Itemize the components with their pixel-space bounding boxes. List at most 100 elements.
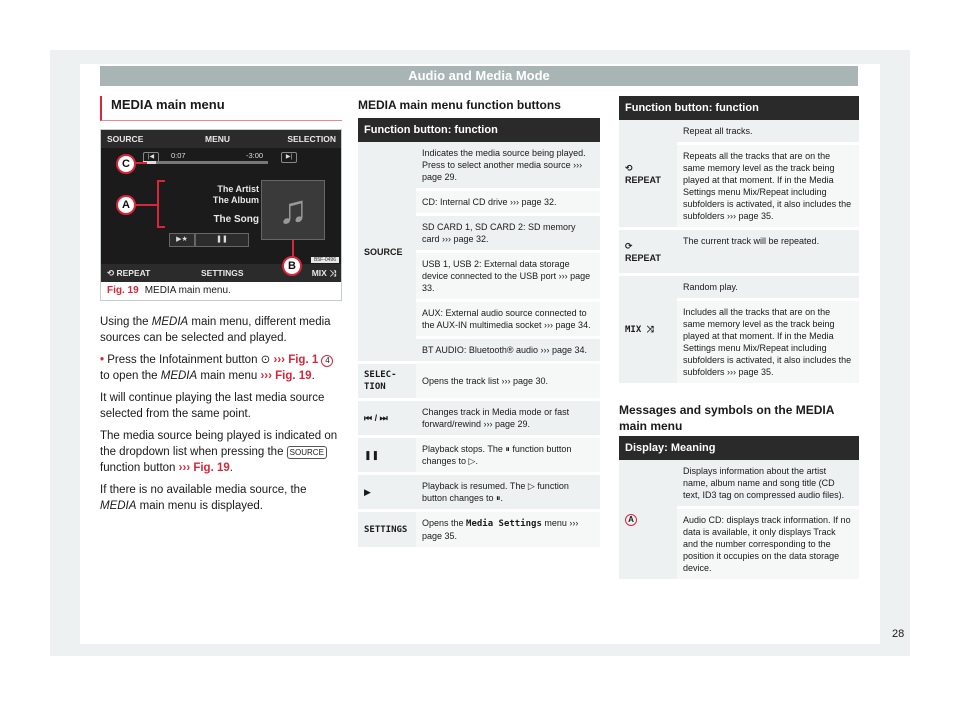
settings-button[interactable]: SETTINGS: [201, 268, 244, 278]
callout-a-icon: A: [625, 514, 637, 526]
progress-bar[interactable]: [143, 161, 268, 164]
callout-line-a: [135, 204, 157, 206]
source-aux: AUX: External audio source connected to …: [416, 300, 600, 339]
repeat-button[interactable]: ⟲ REPEAT: [107, 268, 150, 279]
table-row: ❚❚ Playback stops. The ⏸ function button …: [358, 436, 600, 475]
settings-key: SETTINGS: [358, 510, 416, 550]
table-row: ⟳ REPEAT The current track will be repeat…: [619, 228, 859, 276]
display-meaning-table: Display: Meaning A Displays information …: [619, 436, 859, 582]
section-title: MEDIA main menu: [100, 96, 342, 121]
table-row: ⟲ REPEAT Repeat all tracks.: [619, 120, 859, 230]
display-key: A: [619, 460, 677, 582]
middle-column: MEDIA main menu function buttons Functio…: [358, 96, 600, 550]
pause-desc: Playback stops. The ⏸ function button ch…: [416, 436, 600, 475]
paragraph-no-source: If there is no available media source, t…: [100, 484, 307, 512]
play-icon: ▶: [358, 473, 416, 512]
favorite-play-icon[interactable]: ▶★: [169, 233, 195, 247]
mix-key: MIX ⤨: [619, 274, 677, 386]
bracket-a-bottom: [157, 226, 165, 228]
fig19-link-2[interactable]: ››› Fig. 19: [179, 462, 230, 474]
caption-text: MEDIA main menu.: [144, 285, 231, 296]
paragraph-continue: It will continue playing the last media …: [100, 392, 325, 420]
mix-desc: Includes all the tracks that are on the …: [677, 299, 859, 386]
skip-desc: Changes track in Media mode or fast forw…: [416, 399, 600, 438]
bullet-instruction: • Press the Infotainment button ⊙ ››› Fi…: [100, 352, 342, 384]
bracket-a: [157, 180, 159, 228]
chapter-header: Audio and Media Mode: [100, 66, 858, 86]
callout-a: A: [116, 195, 136, 215]
repeat-all-desc: Repeats all the tracks that are on the s…: [677, 143, 859, 230]
paragraph-intro: Using the MEDIA main menu, different med…: [100, 316, 331, 344]
source-key: SOURCE: [358, 142, 416, 364]
table-header: Function button: function: [358, 118, 600, 142]
skip-track-icon: ⏮ / ⏭: [358, 399, 416, 438]
repeat-all-short: Repeat all tracks.: [677, 120, 859, 145]
function-buttons-table: Function button: function SOURCE Indicat…: [358, 118, 600, 550]
function-buttons-table-cont: Function button: function ⟲ REPEAT Repeat…: [619, 96, 859, 386]
table-row: SELEC-TION Opens the track list ››› page …: [358, 362, 600, 401]
body-text: Using the MEDIA main menu, different med…: [100, 314, 342, 514]
callout-line-c: [135, 162, 147, 164]
table-row: SOURCE Indicates the media source being …: [358, 142, 600, 364]
settings-desc: Opens the Media Settings menu ››› page 3…: [416, 510, 600, 550]
source-cd: CD: Internal CD drive ››› page 32.: [416, 189, 600, 216]
repeat-all-icon: ⟲: [625, 162, 633, 173]
remaining-time: -3:00: [246, 151, 264, 160]
source-tag: SOURCE: [286, 446, 327, 459]
play-circle-icon: ⊙: [260, 354, 271, 366]
shuffle-icon: ⤨: [646, 324, 654, 335]
callout-c: C: [116, 154, 136, 174]
callout-b: B: [282, 256, 302, 276]
source-desc: Indicates the media source being played.…: [416, 142, 600, 191]
repeat-one-desc: The current track will be repeated.: [677, 228, 859, 276]
table-row: A Displays information about the artist …: [619, 460, 859, 582]
section-title: Messages and symbols on the MEDIA main m…: [619, 403, 834, 433]
song-title: The Song: [213, 214, 259, 225]
source-sd: SD CARD 1, SD CARD 2: SD memory card ›››…: [416, 214, 600, 253]
source-button[interactable]: SOURCE: [107, 134, 143, 144]
table-row: ⏮ / ⏭ Changes track in Media mode or fast…: [358, 399, 600, 438]
table-row: ▶ Playback is resumed. The ▷ function but…: [358, 473, 600, 512]
source-bt: BT AUDIO: Bluetooth® audio ››› page 34.: [416, 337, 600, 364]
screen-bottom-bar: ⟲ REPEAT SETTINGS MIX ⤨: [101, 264, 341, 282]
repeat-one-key: ⟳ REPEAT: [619, 228, 677, 276]
table-row: MIX ⤨ Random play.: [619, 274, 859, 386]
section-title: MEDIA main menu function buttons: [358, 98, 561, 112]
figure-caption: Fig. 19 MEDIA main menu.: [101, 282, 341, 300]
album-art-music-note-icon: ♫: [261, 180, 325, 240]
display-desc-1: Displays information about the artist na…: [677, 460, 859, 509]
figure-19: SOURCE MENU SELECTION |◀ ▶| 0:07 -3:00 T…: [100, 129, 342, 301]
page-number: 28: [892, 628, 905, 640]
callout-4: 4: [321, 355, 334, 367]
bracket-a-top: [157, 180, 165, 182]
fig1-link[interactable]: ››› Fig. 1: [274, 354, 319, 366]
repeat-one-icon: ⟳: [625, 240, 633, 251]
left-column: MEDIA main menu SOURCE MENU SELECTION |◀…: [100, 96, 342, 520]
table-header: Function button: function: [619, 96, 859, 120]
display-desc-2: Audio CD: displays track information. If…: [677, 507, 859, 582]
mix-button[interactable]: MIX ⤨: [312, 268, 336, 279]
fig19-link[interactable]: ››› Fig. 19: [260, 370, 311, 382]
elapsed-time: 0:07: [171, 151, 186, 160]
pause-icon[interactable]: ❚❚: [195, 233, 249, 247]
mix-short: Random play.: [677, 274, 859, 301]
source-usb: USB 1, USB 2: External data storage devi…: [416, 251, 600, 302]
next-track-icon[interactable]: ▶|: [281, 152, 297, 163]
figure-number: Fig. 19: [107, 285, 139, 296]
table-header: Display: Meaning: [619, 436, 859, 460]
paragraph-source: The media source being played is indicat…: [100, 430, 338, 474]
selection-key: SELEC-TION: [358, 362, 416, 401]
repeat-all-key: ⟲ REPEAT: [619, 120, 677, 230]
figure-code: B5F-0496: [311, 257, 339, 263]
media-screen: SOURCE MENU SELECTION |◀ ▶| 0:07 -3:00 T…: [101, 130, 341, 282]
menu-button[interactable]: MENU: [205, 134, 230, 144]
table-row: SETTINGS Opens the Media Settings menu ››…: [358, 510, 600, 550]
album-name: The Album: [212, 195, 259, 205]
artist-name: The Artist: [217, 184, 259, 194]
pause-icon: ❚❚: [358, 436, 416, 475]
screen-top-bar: SOURCE MENU SELECTION: [101, 130, 341, 148]
right-column: Function button: function ⟲ REPEAT Repeat…: [619, 96, 859, 582]
selection-desc: Opens the track list ››› page 30.: [416, 362, 600, 401]
selection-button[interactable]: SELECTION: [287, 134, 336, 144]
play-desc: Playback is resumed. The ▷ function butt…: [416, 473, 600, 512]
